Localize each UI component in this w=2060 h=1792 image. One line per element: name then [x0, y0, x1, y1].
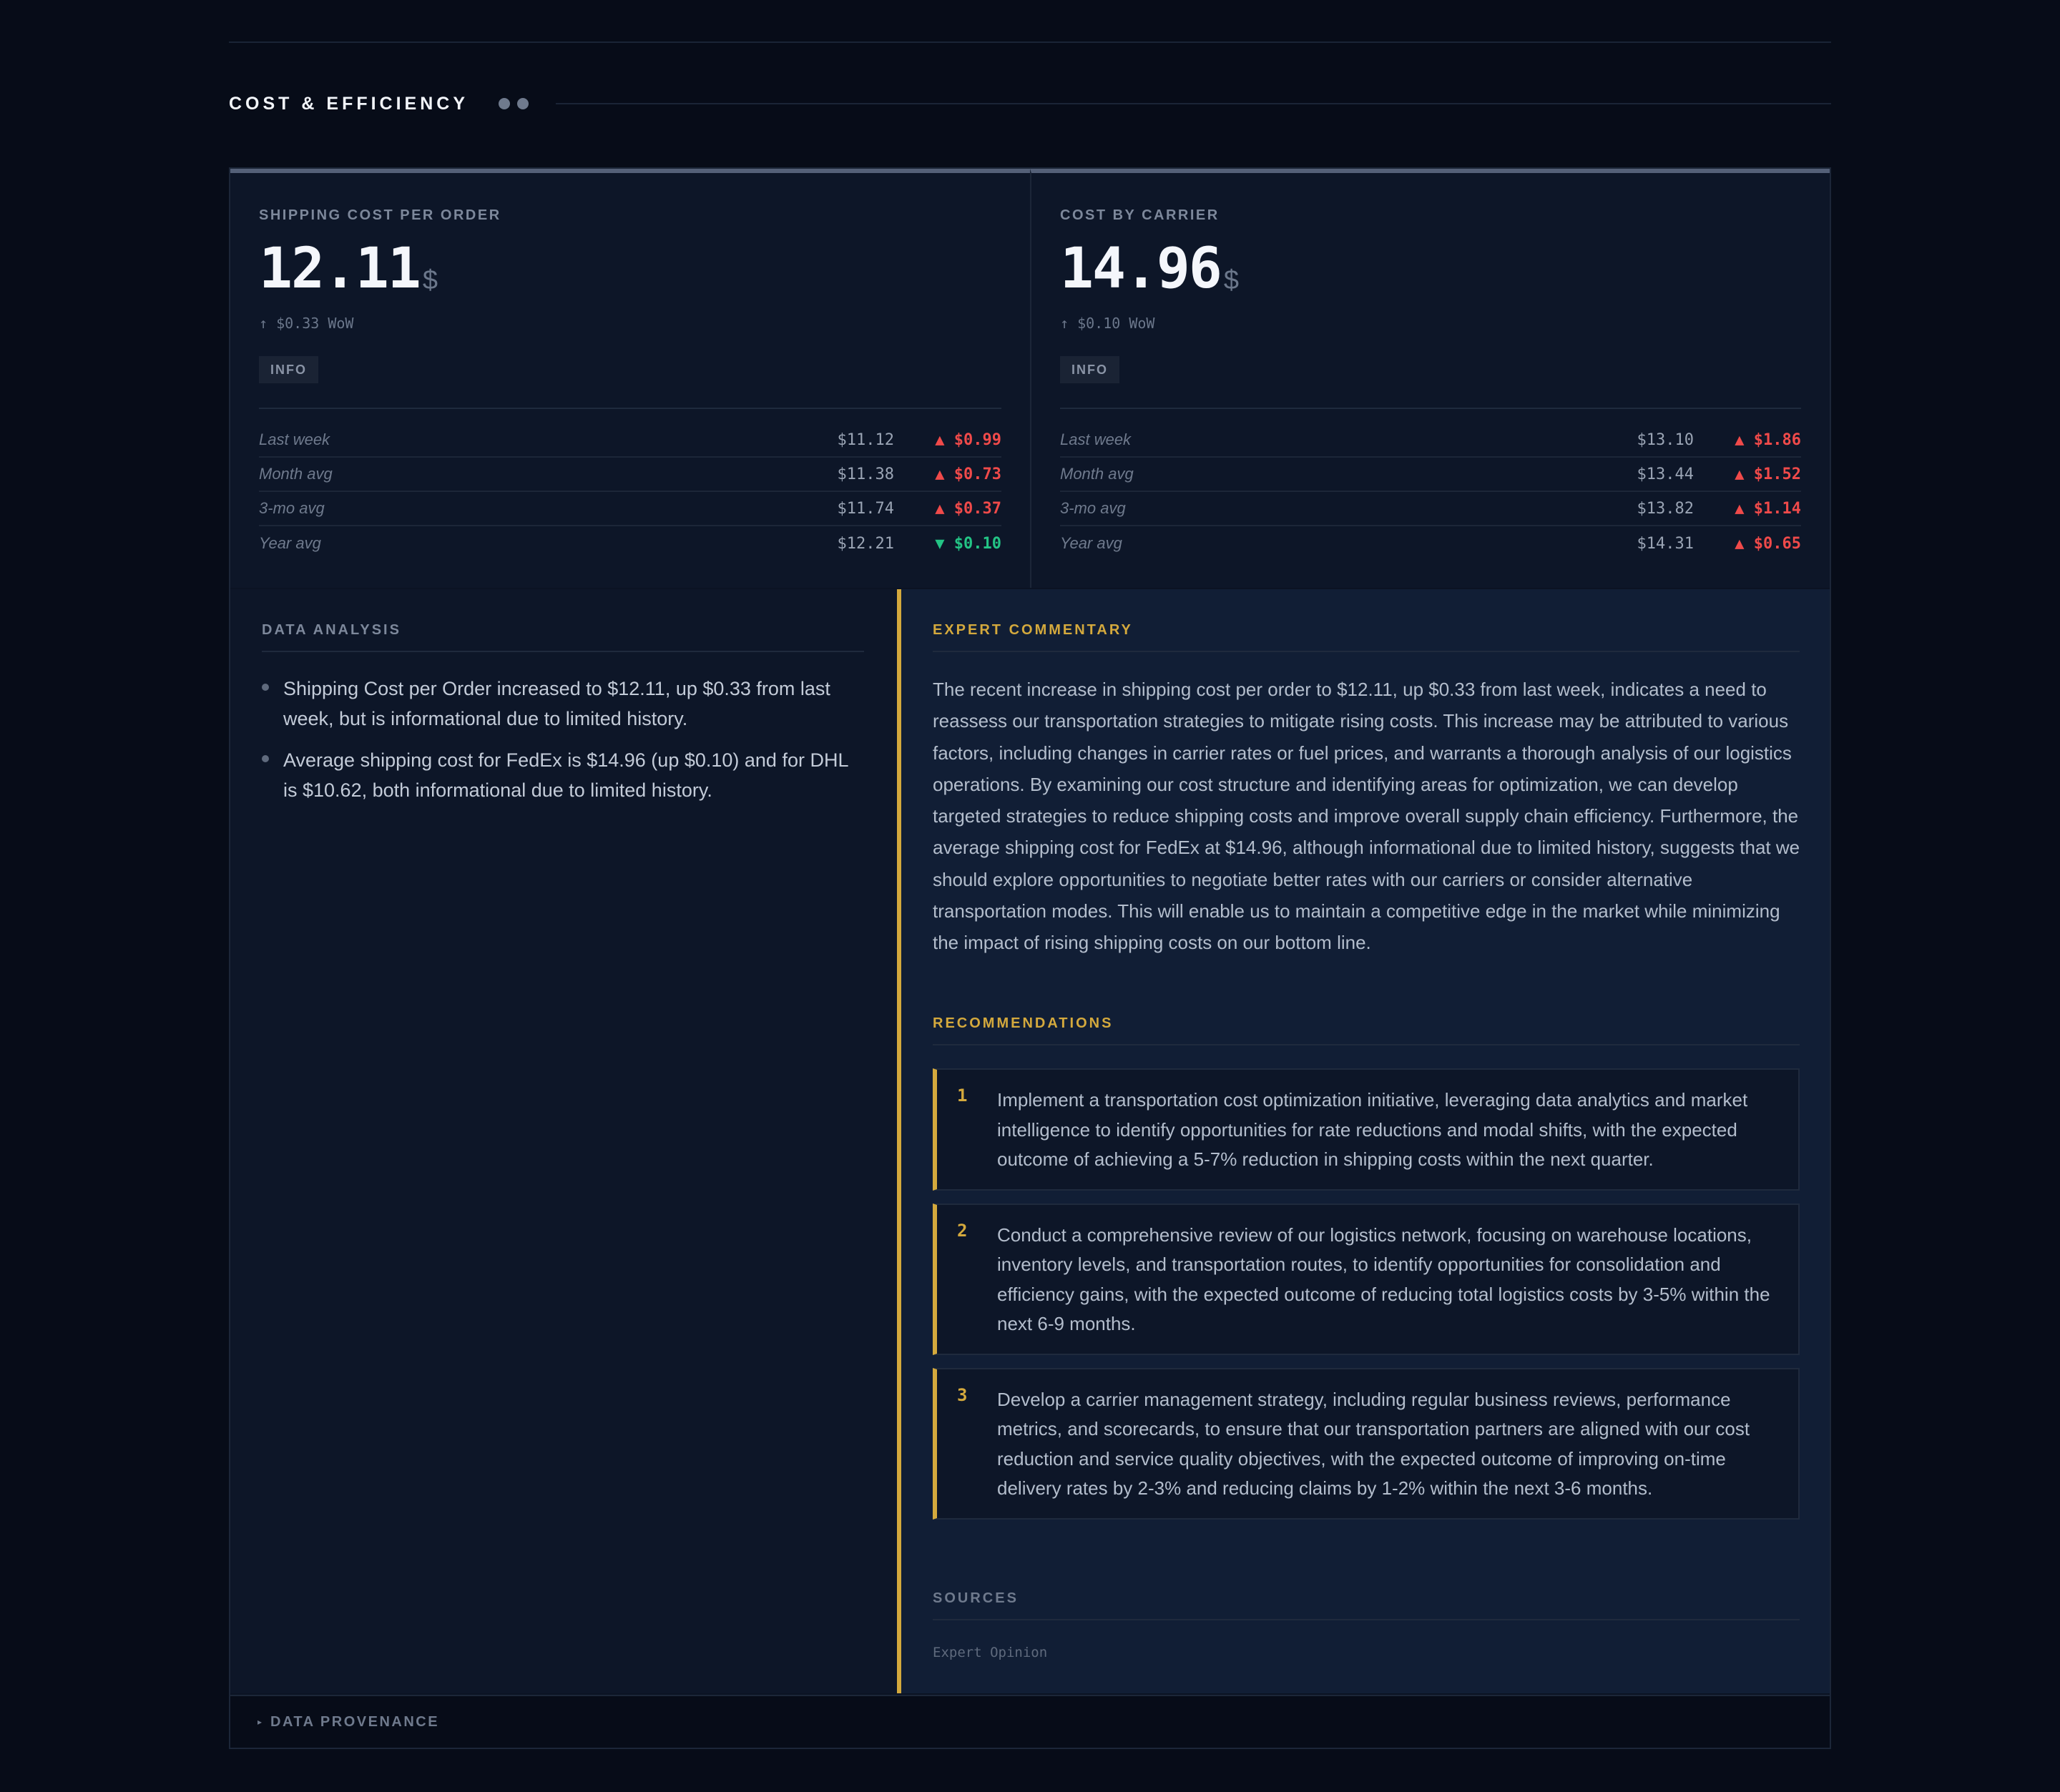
bullet-text: Shipping Cost per Order increased to $12… [283, 678, 830, 729]
comparison-label: Month avg [1060, 465, 1134, 483]
caret-right-icon: ▸ [258, 1717, 263, 1727]
comparison-value: $11.74 [837, 499, 894, 518]
comparison-row: Last week $13.10 ▲ $1.86 [1060, 423, 1801, 458]
comparison-row: Year avg $14.31 ▲ $0.65 [1060, 526, 1801, 561]
section-title: COST & EFFICIENCY [229, 93, 469, 114]
bullet-icon [262, 755, 269, 762]
kpi-delta: ↑ $0.10 WoW [1060, 315, 1155, 332]
status-badge: INFO [1060, 356, 1119, 383]
kpi-number: 14.96 [1060, 237, 1222, 301]
kpi-card-cost-by-carrier: COST BY CARRIER 14.96 $ ↑ $0.10 WoW INFO… [1030, 169, 1830, 588]
recommendation-number: 3 [957, 1384, 968, 1405]
kpi-divider [259, 408, 1001, 409]
data-analysis-heading: DATA ANALYSIS [262, 622, 401, 638]
recommendations-heading: RECOMMENDATIONS [933, 1015, 1114, 1031]
comparison-value: $13.82 [1637, 499, 1694, 518]
comparison-label: 3-mo avg [1060, 499, 1126, 517]
recommendation-card: 3 Develop a carrier management strategy,… [933, 1367, 1800, 1520]
kpi-unit: $ [1223, 265, 1239, 295]
comparison-table: Last week $13.10 ▲ $1.86 Month avg $13.4… [1060, 423, 1801, 561]
insights-row: DATA ANALYSIS Shipping Cost per Order in… [230, 589, 1830, 1693]
data-provenance-label: DATA PROVENANCE [270, 1713, 440, 1730]
recommendation-text: Conduct a comprehensive review of our lo… [997, 1224, 1770, 1335]
analysis-divider [262, 651, 864, 652]
kpi-divider [1060, 408, 1801, 409]
status-dot-icon [499, 98, 511, 109]
comparison-table: Last week $11.12 ▲ $0.99 Month avg $11.3… [259, 423, 1001, 561]
kpi-label: SHIPPING COST PER ORDER [259, 207, 501, 223]
commentary-text: The recent increase in shipping cost per… [933, 679, 1800, 954]
comparison-value: $11.12 [837, 430, 894, 449]
comparison-value: $14.31 [1637, 534, 1694, 553]
data-analysis-panel: DATA ANALYSIS Shipping Cost per Order in… [230, 589, 897, 1693]
comparison-change: ▼ $0.10 [935, 534, 1001, 553]
status-dot-icon [517, 98, 529, 109]
status-badge: INFO [259, 356, 318, 383]
comparison-change: ▲ $1.52 [1735, 465, 1801, 483]
comparison-value: $12.21 [837, 534, 894, 553]
comparison-label: Year avg [1060, 534, 1122, 552]
comparison-value: $13.44 [1637, 465, 1694, 483]
list-item: Shipping Cost per Order increased to $12… [262, 674, 863, 734]
section-header: COST & EFFICIENCY [229, 92, 1831, 116]
comparison-row: Year avg $12.21 ▼ $0.10 [259, 526, 1001, 561]
analysis-bullets: Shipping Cost per Order increased to $12… [262, 674, 863, 817]
comparison-row: Last week $11.12 ▲ $0.99 [259, 423, 1001, 458]
recommendations-list: 1 Implement a transportation cost optimi… [933, 1068, 1800, 1532]
recommendations-divider [933, 1044, 1800, 1045]
recommendation-card: 2 Conduct a comprehensive review of our … [933, 1203, 1800, 1355]
comparison-label: 3-mo avg [259, 499, 325, 517]
cost-panel: SHIPPING COST PER ORDER 12.11 $ ↑ $0.33 … [229, 167, 1831, 1749]
recommendation-text: Develop a carrier management strategy, i… [997, 1388, 1750, 1500]
kpi-number: 12.11 [259, 237, 421, 301]
comparison-value: $13.10 [1637, 430, 1694, 449]
comparison-label: Month avg [259, 465, 333, 483]
recommendation-text: Implement a transportation cost optimiza… [997, 1089, 1748, 1170]
comparison-change: ▲ $1.14 [1735, 499, 1801, 518]
expert-commentary-panel: EXPERT COMMENTARY The recent increase in… [897, 589, 1830, 1693]
kpi-row: SHIPPING COST PER ORDER 12.11 $ ↑ $0.33 … [230, 169, 1830, 588]
expert-commentary-heading: EXPERT COMMENTARY [933, 622, 1133, 638]
comparison-label: Last week [259, 430, 330, 448]
kpi-label: COST BY CARRIER [1060, 207, 1220, 223]
kpi-unit: $ [422, 265, 438, 295]
recommendation-card: 1 Implement a transportation cost optimi… [933, 1068, 1800, 1191]
comparison-row: 3-mo avg $13.82 ▲ $1.14 [1060, 492, 1801, 526]
comparison-change: ▲ $1.86 [1735, 430, 1801, 449]
kpi-value: 12.11 $ [259, 235, 438, 303]
comparison-value: $11.38 [837, 465, 894, 483]
status-dots [499, 98, 529, 109]
comparison-row: Month avg $13.44 ▲ $1.52 [1060, 458, 1801, 492]
kpi-delta: ↑ $0.33 WoW [259, 315, 354, 332]
comparison-change: ▲ $0.37 [935, 499, 1001, 518]
bullet-icon [262, 684, 269, 691]
header-divider [556, 103, 1831, 104]
data-provenance-toggle[interactable]: ▸ DATA PROVENANCE [230, 1695, 1830, 1748]
comparison-change: ▲ $0.99 [935, 430, 1001, 449]
comparison-label: Last week [1060, 430, 1132, 448]
kpi-value: 14.96 $ [1060, 235, 1239, 303]
recommendation-number: 2 [957, 1220, 968, 1241]
comparison-change: ▲ $0.65 [1735, 534, 1801, 553]
sources-divider [933, 1619, 1800, 1620]
list-item: Average shipping cost for FedEx is $14.9… [262, 745, 863, 805]
source-item: Expert Opinion [933, 1645, 1048, 1660]
commentary-divider [933, 651, 1800, 652]
comparison-row: 3-mo avg $11.74 ▲ $0.37 [259, 492, 1001, 526]
bullet-text: Average shipping cost for FedEx is $14.9… [283, 749, 848, 801]
comparison-change: ▲ $0.73 [935, 465, 1001, 483]
top-divider [229, 41, 1831, 43]
comparison-row: Month avg $11.38 ▲ $0.73 [259, 458, 1001, 492]
recommendation-number: 1 [957, 1085, 968, 1106]
sources-heading: SOURCES [933, 1590, 1019, 1606]
comparison-label: Year avg [259, 534, 321, 552]
kpi-card-shipping-cost: SHIPPING COST PER ORDER 12.11 $ ↑ $0.33 … [230, 169, 1030, 588]
